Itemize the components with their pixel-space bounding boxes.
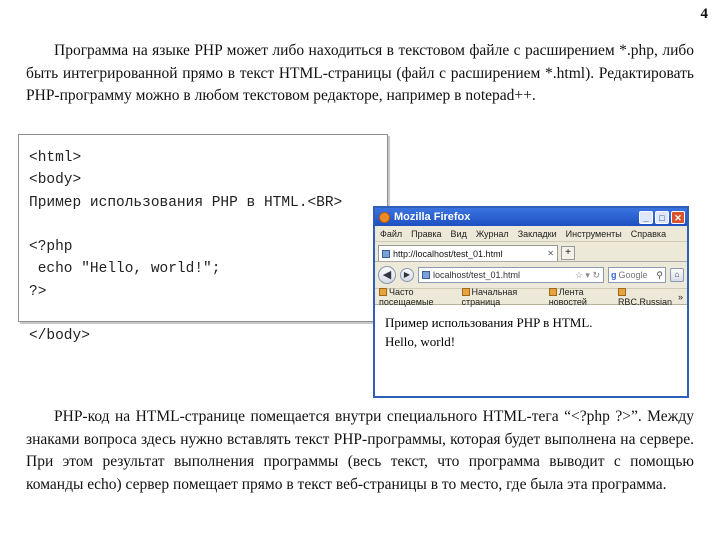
bookmark-label: Часто посещаемые [379,286,434,307]
bookmark-news-feed[interactable]: Лента новостей [548,287,612,307]
tab-label: http://localhost/test_01.html [393,248,503,259]
url-bar[interactable]: localhost/test_01.html ☆ ▾ ↻ [418,267,604,283]
browser-window: Mozilla Firefox _ □ ✕ Файл Правка Вид Жу… [373,206,689,398]
browser-content: Пример использования PHP в HTML. Hello, … [375,305,687,359]
page-favicon-icon [382,249,390,258]
page-number: 4 [700,6,709,22]
browser-tabbar: http://localhost/test_01.html ✕ + [375,242,687,262]
url-text: localhost/test_01.html [433,270,521,280]
bookmark-star-icon[interactable]: ☆ ▾ ↻ [575,270,600,281]
bookmark-label: Начальная страница [461,286,518,307]
bookmark-rbc[interactable]: RBC.Russian [617,287,672,307]
tab-current[interactable]: http://localhost/test_01.html ✕ [378,245,558,261]
code-listing: <html> <body> Пример использования PHP в… [29,150,343,345]
menu-tools[interactable]: Инструменты [566,229,622,239]
forward-arrow-icon[interactable]: ▶ [400,268,414,282]
new-tab-button[interactable]: + [561,246,575,260]
explanation-paragraph: PHP-код на HTML-странице помещается внут… [26,406,694,496]
chevron-right-icon[interactable]: » [678,292,683,302]
search-icon[interactable]: ⚲ [656,270,663,281]
search-engine-label: Google [618,270,648,280]
menu-file[interactable]: Файл [380,229,402,239]
intro-paragraph: Программа на языке PHP может либо находи… [26,40,694,108]
explanation-paragraph-text: PHP-код на HTML-странице помещается внут… [26,408,694,493]
bookmarks-toolbar: Часто посещаемые Начальная страница Лент… [375,286,687,307]
browser-navbar: ◀ ▶ localhost/test_01.html ☆ ▾ ↻ g Googl… [375,262,687,289]
site-identity-icon [422,271,430,279]
maximize-icon[interactable]: □ [655,210,669,224]
bookmark-icon [461,287,470,296]
bookmark-start-page[interactable]: Начальная страница [461,286,543,307]
google-icon: g [611,270,617,280]
content-line-1: Пример использования PHP в HTML. [385,315,593,330]
minimize-icon[interactable]: _ [639,210,653,224]
menu-help[interactable]: Справка [631,229,666,239]
browser-title: Mozilla Firefox [394,211,471,223]
menu-edit[interactable]: Правка [411,229,441,239]
tab-close-icon[interactable]: ✕ [547,249,554,258]
intro-paragraph-text: Программа на языке PHP может либо находи… [26,42,694,104]
content-line-2: Hello, world! [385,334,456,349]
back-arrow-icon[interactable]: ◀ [378,266,396,284]
rss-icon [548,287,557,296]
code-listing-box: <html> <body> Пример использования PHP в… [18,134,388,344]
home-icon[interactable]: ⌂ [670,268,684,282]
menu-bookmarks[interactable]: Закладки [518,229,557,239]
menu-history[interactable]: Журнал [476,229,509,239]
browser-menubar: Файл Правка Вид Журнал Закладки Инструме… [375,226,687,242]
browser-titlebar: Mozilla Firefox _ □ ✕ [375,208,687,226]
firefox-logo-icon [379,211,390,223]
bookmark-label: RBC.Russian [617,296,672,307]
menu-view[interactable]: Вид [451,229,467,239]
close-icon[interactable]: ✕ [671,210,685,224]
bookmark-most-visited[interactable]: Часто посещаемые [379,287,456,307]
search-box[interactable]: g Google ⚲ [608,267,666,283]
bookmark-icon [617,287,626,296]
bookmark-icon [379,287,387,296]
